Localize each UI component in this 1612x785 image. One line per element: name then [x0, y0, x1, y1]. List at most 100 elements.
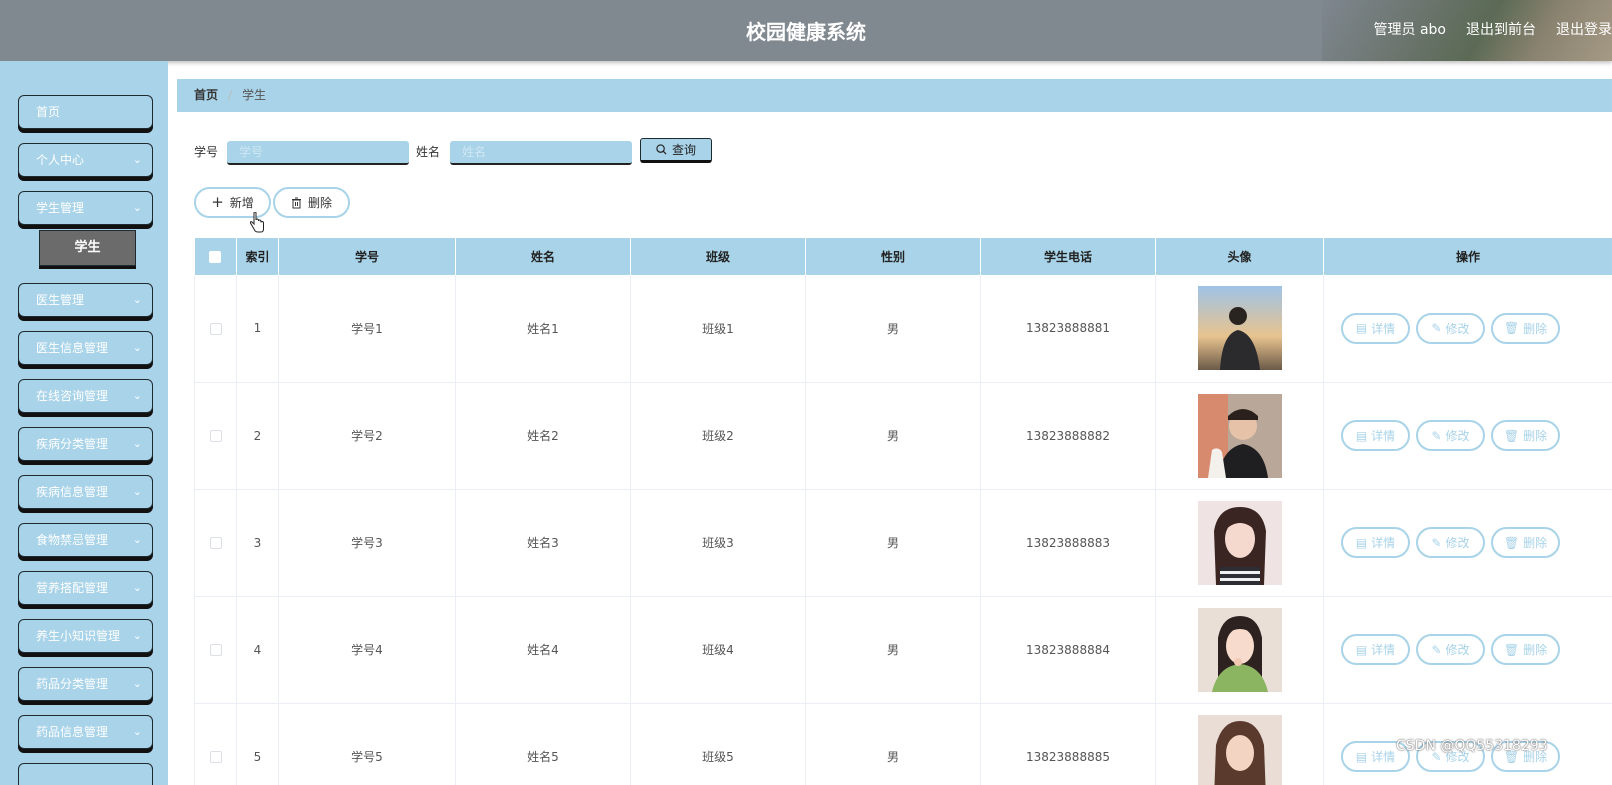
exit-to-front-link[interactable]: 退出到前台: [1466, 19, 1536, 39]
avatar[interactable]: [1197, 714, 1282, 785]
cell-avatar: [1155, 489, 1324, 597]
sidebar: 首页 个人中心 ⌄ 学生管理 ⌄ 学生 医生管理 ⌄ 医生信息管理 ⌄ 在线咨询管理 ⌄ …: [0, 61, 168, 785]
delete-button-label: 删除: [307, 196, 332, 210]
header-user-menu: 管理员 abo 退出到前台 退出登录: [1374, 19, 1612, 39]
column-header-student-no: 学号: [278, 238, 456, 275]
name-input[interactable]: [450, 141, 632, 165]
select-all-cell[interactable]: [194, 238, 237, 275]
breadcrumb-current: 学生: [242, 88, 267, 102]
sidebar-item-label: 个人中心: [36, 153, 85, 167]
row-select-cell[interactable]: [194, 596, 237, 704]
sidebar-item-drug-info-management[interactable]: 药品信息管理 ⌄: [18, 715, 153, 749]
chevron-down-icon: ⌄: [132, 725, 142, 738]
sidebar-item-disease-category-management[interactable]: 疾病分类管理 ⌄: [18, 427, 153, 461]
sidebar-item-more[interactable]: [18, 763, 153, 785]
cell-name: 姓名3: [455, 489, 631, 597]
edit-button[interactable]: ✎ 修改: [1416, 420, 1485, 451]
row-checkbox[interactable]: [209, 644, 222, 656]
row-checkbox[interactable]: [209, 322, 222, 335]
sidebar-item-drug-category-management[interactable]: 药品分类管理 ⌄: [18, 667, 153, 701]
chevron-down-icon: ⌄: [132, 629, 142, 642]
edit-button[interactable]: ✎ 修改: [1416, 527, 1485, 558]
detail-button[interactable]: ▤ 详情: [1341, 634, 1410, 665]
avatar[interactable]: [1197, 500, 1282, 585]
cell-phone: 13823888881: [980, 275, 1156, 383]
row-delete-button-label: 删除: [1523, 321, 1548, 336]
cell-class: 班级3: [630, 489, 806, 597]
avatar[interactable]: [1197, 607, 1282, 692]
top-bar: 校园健康系统 管理员 abo 退出到前台 退出登录: [0, 0, 1612, 61]
breadcrumb-home[interactable]: 首页: [194, 88, 218, 102]
edit-button[interactable]: ✎ 修改: [1416, 634, 1485, 665]
watermark: CSDN @QQ55318293: [1396, 738, 1548, 754]
row-select-cell[interactable]: [194, 382, 237, 490]
sidebar-subitem-student[interactable]: 学生: [39, 230, 136, 266]
row-select-cell[interactable]: [194, 275, 237, 383]
delete-button[interactable]: 删除: [273, 187, 350, 218]
pencil-icon: ✎: [1431, 428, 1442, 443]
cell-index: 3: [236, 489, 279, 597]
document-icon: ▤: [1355, 749, 1368, 764]
cell-actions: ▤ 详情 ✎ 修改 🗑 删除: [1323, 489, 1612, 597]
row-delete-button[interactable]: 🗑 删除: [1491, 312, 1560, 344]
sidebar-item-personal-center[interactable]: 个人中心 ⌄: [18, 143, 153, 177]
chevron-down-icon: ⌄: [132, 201, 142, 214]
avatar[interactable]: [1197, 393, 1282, 478]
avatar[interactable]: [1197, 286, 1282, 371]
student-no-label: 学号: [194, 145, 219, 159]
row-delete-button[interactable]: 🗑 删除: [1491, 420, 1560, 451]
logout-link[interactable]: 退出登录: [1556, 19, 1612, 39]
row-select-cell[interactable]: [194, 703, 237, 785]
breadcrumb: 首页 / 学生: [177, 79, 1612, 112]
cell-student-no: 学号5: [278, 703, 456, 785]
chevron-down-icon: ⌄: [132, 533, 142, 546]
sidebar-item-label: 营养搭配管理: [36, 581, 109, 595]
cell-student-no: 学号1: [278, 275, 456, 383]
column-header-avatar: 头像: [1155, 238, 1324, 275]
detail-button[interactable]: ▤ 详情: [1341, 312, 1410, 344]
row-select-cell[interactable]: [194, 489, 237, 597]
detail-button[interactable]: ▤ 详情: [1341, 527, 1410, 558]
edit-button[interactable]: ✎ 修改: [1416, 312, 1485, 344]
chevron-down-icon: ⌄: [132, 293, 142, 306]
sidebar-item-food-taboo-management[interactable]: 食物禁忌管理 ⌄: [18, 523, 153, 557]
sidebar-item-nutrition-management[interactable]: 营养搭配管理 ⌄: [18, 571, 153, 605]
detail-button[interactable]: ▤ 详情: [1341, 420, 1410, 451]
chevron-down-icon: ⌄: [132, 581, 142, 594]
cell-name: 姓名2: [455, 382, 631, 490]
sidebar-item-disease-info-management[interactable]: 疾病信息管理 ⌄: [18, 475, 153, 509]
row-checkbox[interactable]: [209, 537, 222, 549]
pencil-icon: ✎: [1431, 535, 1442, 550]
hand-cursor-icon: [249, 212, 264, 233]
sidebar-item-doctor-management[interactable]: 医生管理 ⌄: [18, 283, 153, 317]
cell-avatar: [1155, 703, 1324, 785]
row-delete-button[interactable]: 🗑 删除: [1491, 527, 1560, 558]
sidebar-item-health-tips-management[interactable]: 养生小知识管理 ⌄: [18, 619, 153, 653]
table-row: 3 学号3 姓名3 班级3 男 13823888883 ▤ 详情 ✎ 修改 🗑 删除: [194, 489, 1612, 597]
detail-button-label: 详情: [1371, 536, 1396, 550]
cell-index: 1: [236, 275, 279, 383]
row-checkbox[interactable]: [209, 751, 222, 763]
cell-avatar: [1155, 382, 1324, 490]
row-delete-button[interactable]: 🗑 删除: [1491, 634, 1560, 665]
search-icon: [656, 144, 667, 155]
sidebar-item-home[interactable]: 首页: [18, 95, 153, 129]
sidebar-item-label: 药品分类管理: [36, 677, 109, 691]
chevron-down-icon: ⌄: [132, 677, 142, 690]
table-header-row: 索引 学号 姓名 班级 性别 学生电话 头像 操作: [194, 238, 1612, 275]
cell-class: 班级2: [630, 382, 806, 490]
sidebar-item-label: 食物禁忌管理: [36, 533, 109, 547]
row-checkbox[interactable]: [209, 430, 222, 442]
search-button[interactable]: 查询: [640, 138, 712, 163]
sidebar-item-online-consult-management[interactable]: 在线咨询管理 ⌄: [18, 379, 153, 413]
cell-gender: 男: [805, 489, 981, 597]
search-button-label: 查询: [671, 143, 696, 157]
sidebar-item-student-management[interactable]: 学生管理 ⌄: [18, 191, 153, 225]
pencil-icon: ✎: [1431, 642, 1442, 657]
admin-name[interactable]: 管理员 abo: [1374, 19, 1446, 39]
select-all-checkbox[interactable]: [209, 251, 222, 263]
sidebar-item-doctor-info-management[interactable]: 医生信息管理 ⌄: [18, 331, 153, 365]
row-delete-button-label: 删除: [1523, 536, 1548, 550]
student-no-input[interactable]: [227, 141, 409, 165]
cell-actions: ▤ 详情 ✎ 修改 🗑 删除: [1323, 275, 1612, 383]
